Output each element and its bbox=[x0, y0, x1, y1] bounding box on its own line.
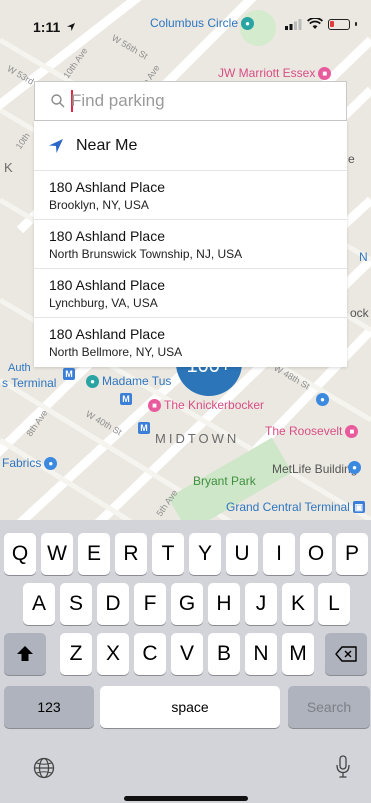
keyboard: Q W E R T Y U I O P A S D F G H J K L Z … bbox=[0, 520, 371, 803]
map-label-auth: Auth bbox=[8, 362, 31, 374]
key-t[interactable]: T bbox=[152, 533, 184, 575]
key-s[interactable]: S bbox=[60, 583, 92, 625]
search-bar[interactable] bbox=[34, 81, 347, 121]
map-edge-label: e bbox=[348, 152, 355, 166]
shift-icon bbox=[17, 646, 33, 661]
suggestion-subtitle: Brooklyn, NY, USA bbox=[49, 197, 149, 212]
key-y[interactable]: Y bbox=[189, 533, 221, 575]
hotel-icon: ■ bbox=[148, 398, 161, 412]
key-b[interactable]: B bbox=[208, 633, 240, 675]
search-key[interactable]: Search bbox=[288, 686, 370, 728]
key-g[interactable]: G bbox=[171, 583, 203, 625]
map-poi-jw-marriott[interactable]: JW Marriott Essex ■ bbox=[218, 66, 332, 80]
key-p[interactable]: P bbox=[336, 533, 368, 575]
key-f[interactable]: F bbox=[134, 583, 166, 625]
key-j[interactable]: J bbox=[245, 583, 277, 625]
status-bar: 1:11 bbox=[0, 0, 371, 44]
map-poi-roosevelt[interactable]: The Roosevelt ■ bbox=[265, 424, 359, 438]
key-d[interactable]: D bbox=[97, 583, 129, 625]
key-k[interactable]: K bbox=[282, 583, 314, 625]
map-pin-icon: ● bbox=[348, 461, 361, 474]
attraction-icon: ● bbox=[86, 374, 99, 388]
suggestion-title: 180 Ashland Place bbox=[49, 178, 165, 195]
status-icons bbox=[285, 18, 357, 30]
key-i[interactable]: I bbox=[263, 533, 295, 575]
numbers-key[interactable]: 123 bbox=[4, 686, 94, 728]
subway-icon: M bbox=[138, 422, 150, 434]
backspace-key[interactable] bbox=[325, 633, 367, 675]
key-x[interactable]: X bbox=[97, 633, 129, 675]
suggestion-item[interactable]: 180 Ashland Place North Bellmore, NY, US… bbox=[34, 318, 347, 367]
suggestion-subtitle: North Brunswick Township, NJ, USA bbox=[49, 246, 243, 261]
map-area-label: K bbox=[4, 160, 16, 175]
key-l[interactable]: L bbox=[318, 583, 350, 625]
key-u[interactable]: U bbox=[226, 533, 258, 575]
location-arrow-icon bbox=[49, 138, 63, 153]
near-me-label: Near Me bbox=[76, 136, 138, 154]
suggestion-subtitle: Lynchburg, VA, USA bbox=[49, 295, 158, 310]
key-n[interactable]: N bbox=[245, 633, 277, 675]
hotel-icon: ■ bbox=[318, 66, 332, 80]
cellular-signal-icon bbox=[285, 18, 302, 30]
backspace-icon bbox=[335, 646, 357, 662]
map-poi-madame-tussauds[interactable]: ● Madame Tus bbox=[86, 374, 171, 388]
subway-icon: ▣ bbox=[352, 501, 365, 513]
subway-icon: M bbox=[120, 393, 132, 405]
home-indicator[interactable] bbox=[124, 796, 248, 801]
shopping-icon: ● bbox=[44, 456, 58, 470]
battery-icon bbox=[328, 18, 350, 30]
map-poi-grand-central[interactable]: Grand Central Terminal ▣ bbox=[226, 500, 365, 514]
key-r[interactable]: R bbox=[115, 533, 147, 575]
suggestion-item[interactable]: 180 Ashland Place North Brunswick Townsh… bbox=[34, 220, 347, 269]
wifi-icon bbox=[307, 18, 323, 29]
map-park-bryant: Bryant Park bbox=[193, 474, 256, 488]
suggestions-list: Near Me 180 Ashland Place Brooklyn, NY, … bbox=[34, 121, 347, 367]
key-h[interactable]: H bbox=[208, 583, 240, 625]
map-edge-label: ock bbox=[350, 306, 369, 320]
key-e[interactable]: E bbox=[78, 533, 110, 575]
suggestion-subtitle: North Bellmore, NY, USA bbox=[49, 345, 183, 359]
battery-tip bbox=[355, 22, 357, 26]
shift-key[interactable] bbox=[4, 633, 46, 675]
key-w[interactable]: W bbox=[41, 533, 73, 575]
key-m[interactable]: M bbox=[282, 633, 314, 675]
hotel-icon: ■ bbox=[345, 424, 359, 438]
key-z[interactable]: Z bbox=[60, 633, 92, 675]
location-services-icon bbox=[67, 23, 76, 31]
suggestion-item[interactable]: 180 Ashland Place Lynchburg, VA, USA bbox=[34, 269, 347, 318]
key-o[interactable]: O bbox=[300, 533, 332, 575]
map-poi-knickerbocker[interactable]: ■ The Knickerbocker bbox=[148, 398, 264, 412]
subway-icon: M bbox=[63, 368, 75, 380]
suggestion-title: 180 Ashland Place bbox=[49, 326, 165, 342]
suggestion-item[interactable]: 180 Ashland Place Brooklyn, NY, USA bbox=[34, 171, 347, 220]
space-key[interactable]: space bbox=[100, 686, 280, 728]
suggestion-title: 180 Ashland Place bbox=[49, 227, 165, 244]
map-pin-icon: ● bbox=[316, 393, 329, 406]
key-a[interactable]: A bbox=[23, 583, 55, 625]
map-poi-fabrics[interactable]: Fabrics ● bbox=[2, 456, 58, 470]
globe-icon[interactable] bbox=[33, 757, 55, 779]
key-c[interactable]: C bbox=[134, 633, 166, 675]
search-icon bbox=[51, 94, 65, 108]
key-q[interactable]: Q bbox=[4, 533, 36, 575]
map-label-terminal: s Terminal bbox=[2, 376, 57, 390]
map-label-metlife: MetLife Building bbox=[272, 462, 358, 476]
map-area-midtown: MIDTOWN bbox=[155, 431, 240, 446]
near-me-option[interactable]: Near Me bbox=[34, 121, 347, 171]
microphone-icon[interactable] bbox=[335, 755, 351, 779]
suggestion-title: 180 Ashland Place bbox=[49, 276, 165, 293]
status-time: 1:11 bbox=[33, 19, 76, 35]
search-input[interactable] bbox=[65, 91, 321, 111]
map-edge-label: N bbox=[359, 250, 368, 264]
key-v[interactable]: V bbox=[171, 633, 203, 675]
